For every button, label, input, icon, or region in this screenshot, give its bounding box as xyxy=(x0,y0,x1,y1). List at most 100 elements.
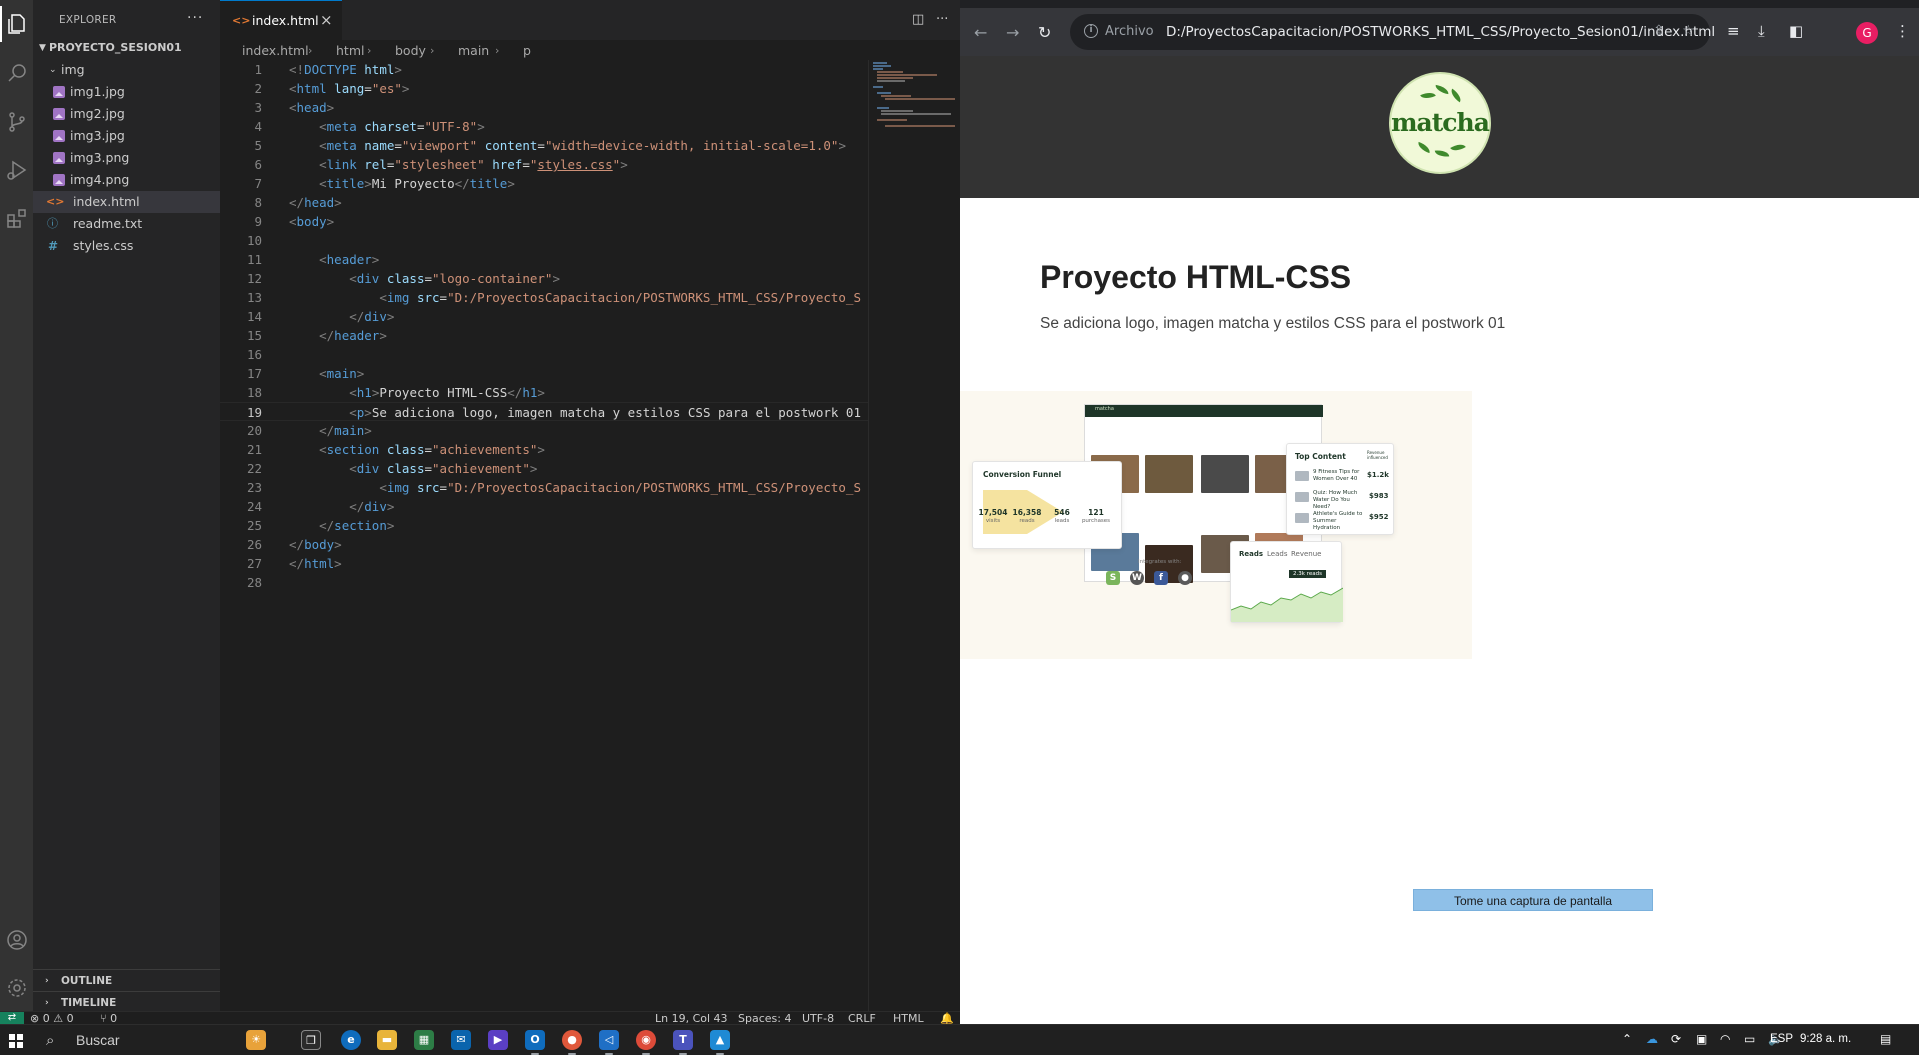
split-editor-icon[interactable]: ◫ xyxy=(912,12,924,27)
info-icon[interactable]: i xyxy=(1084,24,1098,38)
file-readme-txt[interactable]: ⓘ readme.txt xyxy=(33,213,220,235)
more-actions-icon[interactable]: ··· xyxy=(187,10,203,26)
files-icon[interactable] xyxy=(0,6,29,42)
file-img4-png[interactable]: img4.png xyxy=(33,169,220,191)
windows-start-icon[interactable] xyxy=(9,1034,23,1048)
sync-icon[interactable]: ⟳ xyxy=(1671,1032,1681,1046)
file-img3-jpg[interactable]: img3.jpg xyxy=(33,125,220,147)
editor-area: <> index.html × ◫ ··· index.html › html … xyxy=(220,0,960,1011)
app-tray-icon[interactable]: ▣ xyxy=(1696,1032,1707,1046)
ports-indicator[interactable]: ⑂ 0 xyxy=(100,1012,117,1024)
forward-arrow-icon[interactable]: → xyxy=(1006,23,1019,42)
code-line: 18 <h1>Proyecto HTML-CSS</h1> xyxy=(246,385,545,400)
file-img3-png[interactable]: img3.png xyxy=(33,147,220,169)
share-icon[interactable]: ⇪ xyxy=(1653,23,1665,39)
cursor-position[interactable]: Ln 19, Col 43 xyxy=(655,1012,728,1024)
task-view-icon[interactable]: ❐ xyxy=(301,1030,321,1050)
vscode-icon[interactable]: ◁ xyxy=(599,1030,619,1055)
source-control-icon[interactable] xyxy=(5,110,29,134)
chevron-up-icon[interactable]: ⌃ xyxy=(1622,1032,1632,1046)
file-img1-jpg[interactable]: img1.jpg xyxy=(33,81,220,103)
facebook-icon: f xyxy=(1154,571,1168,585)
remote-icon[interactable]: ⇄ xyxy=(0,1012,24,1024)
breadcrumb-p[interactable]: p xyxy=(523,40,531,62)
matcha-logo: matcha xyxy=(1389,72,1491,174)
code-line: 10 xyxy=(246,233,262,248)
reload-icon[interactable]: ↻ xyxy=(1038,23,1051,42)
tab-search-icon[interactable]: ≡ xyxy=(1727,22,1740,40)
thumbnail xyxy=(1201,455,1249,493)
widgets-icon[interactable]: ☀ xyxy=(246,1030,266,1050)
taskbar-search[interactable]: ⌕ Buscar xyxy=(36,1028,236,1053)
breadcrumb-main[interactable]: main xyxy=(458,40,489,62)
breadcrumb-file[interactable]: index.html xyxy=(242,40,309,62)
timeline-section[interactable]: › TIMELINE xyxy=(33,991,220,1013)
leaf-icon xyxy=(1450,140,1466,155)
photos-icon[interactable]: ▲ xyxy=(710,1030,730,1055)
clock[interactable]: 9:28 a. m. xyxy=(1800,1033,1851,1045)
image-file-icon xyxy=(53,108,65,120)
project-folder[interactable]: ▼ PROYECTO_SESION01 xyxy=(33,37,220,59)
input-language[interactable]: ESP xyxy=(1770,1033,1793,1045)
mail-icon[interactable]: ✉ xyxy=(451,1030,471,1050)
thumbnail xyxy=(1145,455,1193,493)
address-bar[interactable]: i Archivo D:/ProyectosCapacitacion/POSTW… xyxy=(1070,14,1715,50)
side-panel-icon[interactable]: ◧ xyxy=(1789,22,1803,40)
encoding[interactable]: UTF-8 xyxy=(802,1012,834,1024)
vscode-window: EXPLORER ··· ▼ PROYECTO_SESION01 ⌄ img i… xyxy=(0,0,960,1024)
tab-index-html[interactable]: <> index.html × xyxy=(220,0,342,40)
breadcrumb-body[interactable]: body xyxy=(395,40,426,62)
settings-gear-icon[interactable] xyxy=(5,976,29,1000)
page-title: Proyecto HTML-CSS xyxy=(1040,259,1352,295)
edge-icon[interactable]: e xyxy=(341,1030,361,1050)
close-icon[interactable]: × xyxy=(320,11,333,29)
editor-tabs: <> index.html × ◫ ··· xyxy=(220,0,960,40)
back-arrow-icon[interactable]: ← xyxy=(974,23,987,42)
media-icon[interactable]: ▶ xyxy=(488,1030,508,1050)
code-line-current: 19 <p>Se adiciona logo, imagen matcha y … xyxy=(220,402,870,421)
problems-indicator[interactable]: ⊗ 0 ⚠ 0 xyxy=(30,1012,74,1024)
account-icon[interactable] xyxy=(5,928,29,952)
capture-screenshot-button[interactable]: Tome una captura de pantalla xyxy=(1413,889,1653,911)
minimap[interactable] xyxy=(868,60,958,1011)
file-explorer-icon[interactable]: ▬ xyxy=(377,1030,397,1050)
code-line: 28 xyxy=(246,575,262,590)
wifi-icon[interactable]: ◠ xyxy=(1720,1032,1730,1046)
indentation[interactable]: Spaces: 4 xyxy=(738,1012,791,1024)
leaf-icon xyxy=(1448,88,1464,103)
menu-kebab-icon[interactable]: ⋮ xyxy=(1895,22,1910,40)
more-actions-icon[interactable]: ··· xyxy=(936,12,948,27)
notifications-icon[interactable]: 🔔 xyxy=(940,1012,954,1024)
app-icon[interactable]: ● xyxy=(562,1030,582,1055)
code-line: 20 </main> xyxy=(246,423,372,438)
onedrive-icon[interactable]: ☁ xyxy=(1646,1032,1658,1046)
outlook-icon[interactable]: O xyxy=(525,1030,545,1055)
page-description: Se adiciona logo, imagen matcha y estilo… xyxy=(1040,315,1506,332)
code-line: 14 </div> xyxy=(246,309,395,324)
info-file-icon: ⓘ xyxy=(47,217,58,230)
chrome-icon[interactable]: ◉ xyxy=(636,1030,656,1055)
breadcrumb-html[interactable]: html xyxy=(336,40,364,62)
profile-avatar[interactable]: G xyxy=(1856,22,1878,44)
bookmark-star-icon[interactable]: ☆ xyxy=(1682,23,1695,39)
monitor-icon[interactable]: ▭ xyxy=(1744,1032,1755,1046)
run-debug-icon[interactable] xyxy=(5,158,29,182)
language-mode[interactable]: HTML xyxy=(893,1012,924,1024)
file-index-html[interactable]: <> index.html xyxy=(33,191,220,213)
download-icon[interactable]: ⤓ xyxy=(1758,22,1765,40)
extensions-icon[interactable] xyxy=(5,207,29,231)
url-text[interactable]: D:/ProyectosCapacitacion/POSTWORKS_HTML_… xyxy=(1166,24,1715,40)
line-ending[interactable]: CRLF xyxy=(848,1012,876,1024)
leaf-icon xyxy=(1420,89,1436,102)
file-styles-css[interactable]: # styles.css xyxy=(33,235,220,257)
store-icon[interactable]: ▦ xyxy=(414,1030,434,1050)
browser-tabstrip xyxy=(960,0,1919,8)
outline-section[interactable]: › OUTLINE xyxy=(33,969,220,991)
code-editor[interactable]: 1 <!DOCTYPE html> 2 <html lang="es"> 3 <hea… xyxy=(220,60,870,590)
activity-bar xyxy=(0,0,33,1011)
teams-icon[interactable]: T xyxy=(673,1030,693,1055)
search-icon[interactable] xyxy=(5,61,29,85)
folder-img[interactable]: ⌄ img xyxy=(33,59,220,81)
file-img2-jpg[interactable]: img2.jpg xyxy=(33,103,220,125)
notification-center-icon[interactable]: ▤ xyxy=(1880,1032,1891,1046)
